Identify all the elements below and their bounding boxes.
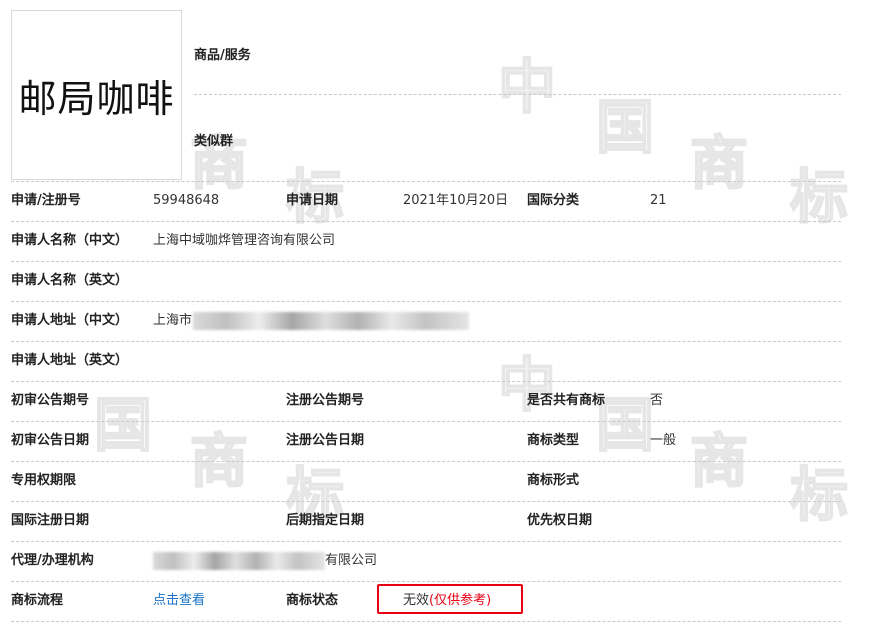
row-intl-reg: 国际注册日期 后期指定日期 优先权日期 [0, 501, 871, 541]
row-prelim-issue: 初审公告期号 注册公告期号 是否共有商标 否 [0, 381, 871, 421]
reg-date-label: 注册公告日期 [286, 433, 365, 448]
intl-reg-date-label: 国际注册日期 [11, 513, 90, 528]
reg-issue-label: 注册公告期号 [286, 393, 365, 408]
apply-date-label: 申请日期 [286, 193, 339, 208]
redacted-agent-blur [153, 552, 325, 570]
applicant-address-cn-label: 申请人地址（中文） [11, 313, 129, 328]
shared-trademark-label: 是否共有商标 [527, 393, 606, 408]
prelim-issue-label: 初审公告期号 [11, 393, 90, 408]
status-highlight-box [377, 584, 523, 614]
goods-services-label: 商品/服务 [194, 48, 251, 63]
row-registration: 申请/注册号 59948648 申请日期 2021年10月20日 国际分类 21 [0, 181, 871, 221]
watermark-char-guo: 国 [595, 93, 655, 161]
row-address-en: 申请人地址（英文） [0, 341, 871, 381]
row-agent: 代理/办理机构 有限公司 [0, 541, 871, 581]
trademark-logo-image: 邮局咖啡 [11, 10, 182, 180]
apply-date-value: 2021年10月20日 [403, 193, 509, 208]
row-applicant-en: 申请人名称（英文） [0, 261, 871, 301]
similar-group-label: 类似群 [194, 134, 234, 149]
shared-trademark-value: 否 [650, 393, 664, 408]
applicant-name-en-label: 申请人名称（英文） [11, 273, 129, 288]
trademark-status-label: 商标状态 [286, 593, 339, 608]
intl-class-value: 21 [650, 193, 667, 208]
view-process-link[interactable]: 点击查看 [153, 581, 205, 621]
redacted-address-blur [193, 312, 469, 330]
row-applicant-cn: 申请人名称（中文） 上海中域咖烨管理咨询有限公司 [0, 221, 871, 261]
agent-value: 有限公司 [325, 553, 378, 568]
row-exclusive-term: 专用权期限 商标形式 [0, 461, 871, 501]
exclusive-term-label: 专用权期限 [11, 473, 77, 488]
registration-number-value: 59948648 [153, 193, 220, 208]
prelim-date-label: 初审公告日期 [11, 433, 90, 448]
row-address-cn: 申请人地址（中文） 上海市 [0, 301, 871, 341]
applicant-name-cn-value: 上海中域咖烨管理咨询有限公司 [153, 233, 336, 248]
intl-class-label: 国际分类 [527, 193, 580, 208]
watermark-char-zhong: 中 [497, 53, 557, 121]
applicant-address-en-label: 申请人地址（英文） [11, 353, 129, 368]
applicant-address-cn-value: 上海市 [153, 313, 193, 328]
row-prelim-date: 初审公告日期 注册公告日期 商标类型 一般 [0, 421, 871, 461]
later-designation-date-label: 后期指定日期 [286, 513, 365, 528]
trademark-type-label: 商标类型 [527, 433, 580, 448]
trademark-type-value: 一般 [650, 433, 677, 448]
registration-number-label: 申请/注册号 [11, 193, 81, 208]
divider [11, 621, 841, 622]
priority-date-label: 优先权日期 [527, 513, 593, 528]
trademark-process-label: 商标流程 [11, 593, 64, 608]
agent-label: 代理/办理机构 [11, 553, 94, 568]
divider [194, 94, 841, 95]
trademark-logo-text: 邮局咖啡 [18, 76, 175, 121]
trademark-form-label: 商标形式 [527, 473, 580, 488]
applicant-name-cn-label: 申请人名称（中文） [11, 233, 129, 248]
